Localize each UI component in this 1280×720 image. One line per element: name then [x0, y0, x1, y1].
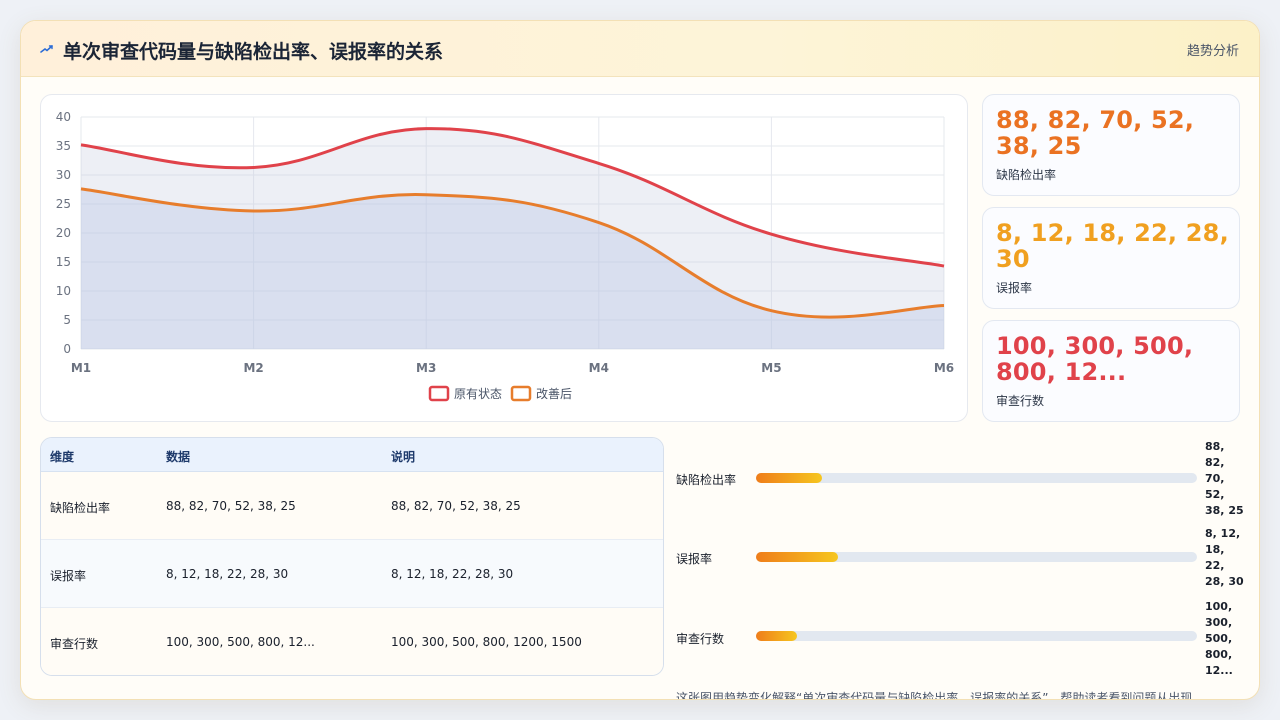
- column-header: 说明: [391, 450, 416, 464]
- trend-analysis-link[interactable]: 趋势分析: [1187, 40, 1239, 59]
- table-row: 缺陷检出率 88, 82, 70, 52, 38, 25 88, 82, 70,…: [41, 472, 663, 540]
- column-header: 数据: [166, 450, 191, 464]
- kpi-label: 误报率: [996, 281, 1033, 295]
- kpi-value: 88, 82, 70, 52, 38, 25: [996, 106, 1195, 160]
- table-cell: 100, 300, 500, 800, 12...: [166, 635, 315, 649]
- table-cell: 8, 12, 18, 22, 28, 30: [391, 567, 514, 581]
- progress-row-review-lines: 审查行数 100, 300, 500, 800, 12...: [676, 599, 1246, 677]
- progress-value: 100, 300, 500, 800, 12...: [1205, 600, 1233, 677]
- data-table: 维度 数据 说明 缺陷检出率 88, 82, 70, 52, 38, 25 88…: [40, 437, 664, 676]
- y-tick-label: 5: [63, 313, 71, 327]
- x-tick-label: M2: [243, 361, 263, 375]
- x-tick-label: M1: [71, 361, 91, 375]
- kpi-card-false-positive: 8, 12, 18, 22, 28, 30 误报率: [982, 207, 1240, 309]
- area-chart: 0 5 10 15 20 25 30 35 40 M1 M2 M3 M4 M5 M6 原有状态 改善后: [56, 110, 954, 402]
- progress-fill: [756, 552, 838, 562]
- progress-value: 8, 12, 18, 22, 28, 30: [1205, 527, 1244, 588]
- page-title: 单次审查代码量与缺陷检出率、误报率的关系: [63, 41, 444, 63]
- table-cell: 100, 300, 500, 800, 1200, 1500: [391, 635, 582, 649]
- progress-label: 误报率: [676, 552, 713, 566]
- table-cell: 8, 12, 18, 22, 28, 30: [166, 567, 289, 581]
- table-cell: 88, 82, 70, 52, 38, 25: [166, 499, 296, 513]
- progress-row-defect-rate: 缺陷检出率 88, 82, 70, 52, 38, 25: [676, 439, 1246, 517]
- kpi-label: 缺陷检出率: [996, 168, 1057, 182]
- x-tick-label: M6: [934, 361, 954, 375]
- progress-track: [756, 473, 1197, 483]
- y-tick-label: 15: [56, 255, 71, 269]
- progress-fill: [756, 473, 823, 483]
- progress-fill: [756, 631, 797, 641]
- kpi-value: 8, 12, 18, 22, 28, 30: [996, 219, 1229, 273]
- kpi-card-review-lines: 100, 300, 500, 800, 12... 审查行数: [982, 320, 1240, 422]
- table-cell: 误报率: [50, 569, 87, 583]
- legend-swatch: [428, 385, 450, 402]
- progress-value: 88, 82, 70, 52, 38, 25: [1205, 440, 1244, 517]
- y-tick-label: 25: [56, 197, 71, 211]
- y-tick-label: 35: [56, 139, 71, 153]
- header-bar: 单次审查代码量与缺陷检出率、误报率的关系 趋势分析: [21, 21, 1259, 77]
- table-cell: 88, 82, 70, 52, 38, 25: [391, 499, 521, 513]
- column-header: 维度: [50, 450, 75, 464]
- legend-swatch: [510, 385, 532, 402]
- table-header: 维度 数据 说明: [41, 438, 663, 472]
- table-cell: 缺陷检出率: [50, 501, 111, 515]
- dashboard-card: 单次审查代码量与缺陷检出率、误报率的关系 趋势分析 0 5 10 15 20 25 30 35…: [20, 20, 1260, 700]
- table-cell: 审查行数: [50, 637, 99, 651]
- legend-label: 原有状态: [454, 387, 502, 401]
- x-tick-label: M5: [761, 361, 781, 375]
- table-row: 审查行数 100, 300, 500, 800, 12... 100, 300,…: [41, 608, 663, 675]
- legend-label: 改善后: [536, 386, 572, 401]
- progress-label: 缺陷检出率: [676, 473, 737, 487]
- y-tick-label: 10: [56, 284, 71, 298]
- chart-panel: 0 5 10 15 20 25 30 35 40 M1 M2 M3 M4 M5 M6 原有状态 改善后: [40, 94, 968, 422]
- progress-track: [756, 631, 1197, 641]
- x-tick-label: M3: [416, 361, 436, 375]
- trend-icon: [40, 45, 53, 53]
- table-row: 误报率 8, 12, 18, 22, 28, 30 8, 12, 18, 22,…: [41, 540, 663, 608]
- description-text: 这张图用趋势变化解释“单次审查代码量与缺陷检出率、误报率的关系”，帮助读者看到问…: [676, 691, 1193, 700]
- y-tick-label: 20: [56, 226, 71, 240]
- y-tick-label: 0: [63, 342, 71, 356]
- progress-label: 审查行数: [676, 632, 725, 646]
- y-tick-label: 30: [56, 168, 71, 182]
- kpi-label: 审查行数: [996, 394, 1045, 408]
- kpi-card-defect-rate: 88, 82, 70, 52, 38, 25 缺陷检出率: [982, 94, 1240, 196]
- y-tick-label: 40: [56, 110, 71, 124]
- progress-row-false-positive: 误报率 8, 12, 18, 22, 28, 30: [676, 524, 1246, 594]
- progress-track: [756, 552, 1197, 562]
- kpi-value: 100, 300, 500, 800, 12...: [996, 332, 1194, 386]
- x-tick-label: M4: [589, 361, 609, 375]
